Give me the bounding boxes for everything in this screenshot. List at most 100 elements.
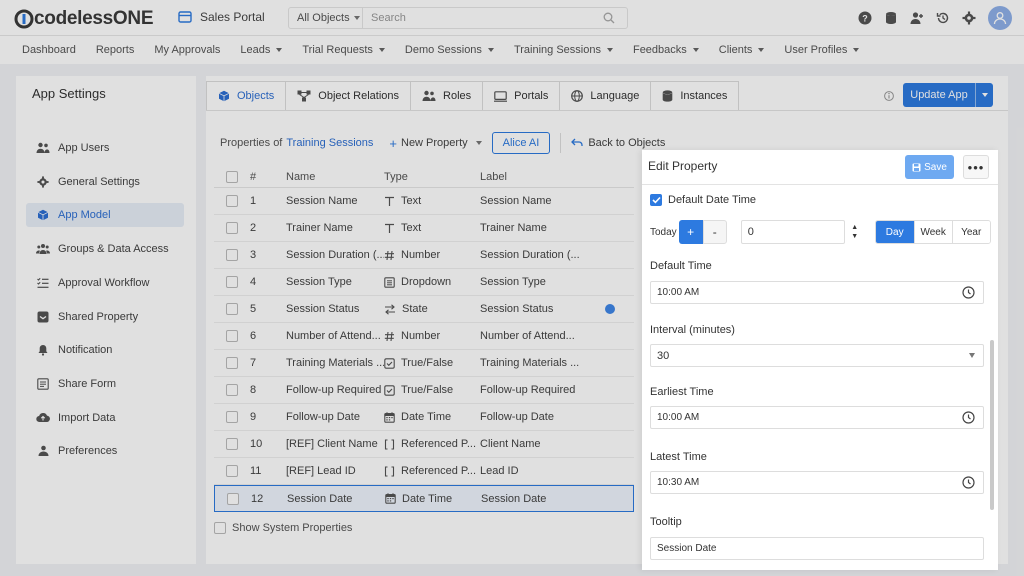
sidebar-item-share-form[interactable]: Share Form bbox=[26, 372, 184, 396]
logo[interactable]: codelessONE bbox=[14, 8, 154, 30]
tab-objects[interactable]: Objects bbox=[206, 81, 286, 111]
sidebar-item-groups-data-access[interactable]: Groups & Data Access bbox=[26, 237, 184, 261]
table-row[interactable]: 6 Number of Attend... Number Number of Atte… bbox=[214, 323, 634, 350]
sidebar-item-approval-workflow[interactable]: Approval Workflow bbox=[26, 271, 184, 295]
row-checkbox[interactable] bbox=[227, 492, 239, 505]
nav-item-feedbacks[interactable]: Feedbacks bbox=[633, 44, 699, 56]
tab-portals[interactable]: Portals bbox=[482, 81, 560, 111]
sidebar-item-preferences[interactable]: Preferences bbox=[26, 439, 184, 463]
sidebar-item-app-model[interactable]: App Model bbox=[26, 203, 184, 228]
unit-day-button[interactable]: Day bbox=[875, 221, 914, 243]
search-scope-select[interactable]: All Objects bbox=[289, 8, 363, 28]
row-checkbox[interactable] bbox=[226, 195, 238, 207]
save-button[interactable]: Save bbox=[905, 155, 954, 179]
table-row[interactable]: 11 [REF] Lead ID Referenced P... Lead ID bbox=[214, 458, 634, 485]
table-row[interactable]: 2 Trainer Name Text Trainer Name bbox=[214, 215, 634, 242]
row-number: 12 bbox=[251, 492, 264, 505]
default-time-field[interactable]: 10:00 AM bbox=[650, 281, 984, 304]
portal-switcher[interactable]: Sales Portal bbox=[178, 10, 265, 24]
sidebar-item-general-settings[interactable]: General Settings bbox=[26, 170, 184, 194]
nav-item-trial-requests[interactable]: Trial Requests bbox=[302, 44, 385, 56]
clock-icon[interactable] bbox=[962, 411, 975, 424]
minus-button[interactable]: - bbox=[702, 220, 727, 244]
row-checkbox[interactable] bbox=[226, 411, 238, 423]
row-label: Follow-up Date bbox=[480, 411, 554, 423]
step-down-icon[interactable]: ▼ bbox=[851, 232, 858, 241]
tab-language[interactable]: Language bbox=[559, 81, 651, 111]
portal-icon bbox=[178, 11, 192, 23]
sidebar-item-label: App Users bbox=[58, 142, 110, 154]
table-row[interactable]: 1 Session Name Text Session Name bbox=[214, 188, 634, 215]
database-icon[interactable] bbox=[884, 11, 898, 25]
sidebar-item-import-data[interactable]: Import Data bbox=[26, 406, 184, 430]
header-name[interactable]: Name bbox=[286, 171, 384, 183]
add-user-icon[interactable] bbox=[910, 11, 924, 25]
earliest-time-field[interactable]: 10:00 AM bbox=[650, 406, 984, 429]
offset-stepper[interactable]: ▲ ▼ bbox=[845, 220, 865, 244]
panel-scrollbar[interactable] bbox=[990, 340, 994, 510]
clock-icon[interactable] bbox=[962, 286, 975, 299]
row-checkbox[interactable] bbox=[226, 384, 238, 396]
tooltip-input[interactable]: Session Date bbox=[650, 537, 984, 560]
gear-icon[interactable] bbox=[962, 11, 976, 25]
offset-input[interactable]: 0 bbox=[740, 220, 845, 244]
table-row[interactable]: 7 Training Materials ... True/False Trainin… bbox=[214, 350, 634, 377]
clock-icon[interactable] bbox=[962, 476, 975, 489]
nav-item-my-approvals[interactable]: My Approvals bbox=[154, 44, 220, 56]
nav-item-dashboard[interactable]: Dashboard bbox=[22, 44, 76, 56]
nav-item-reports[interactable]: Reports bbox=[96, 44, 135, 56]
plus-button[interactable]: + bbox=[678, 220, 703, 244]
table-row[interactable]: 9 Follow-up Date Date Time Follow-up Date bbox=[214, 404, 634, 431]
row-checkbox[interactable] bbox=[226, 357, 238, 369]
more-options-button[interactable]: ••• bbox=[963, 155, 989, 179]
search-input[interactable]: Search bbox=[363, 12, 627, 24]
header-type[interactable]: Type bbox=[384, 171, 480, 183]
update-app-button[interactable]: Update App bbox=[903, 83, 993, 107]
sidebar-item-shared-property[interactable]: Shared Property bbox=[26, 305, 184, 329]
new-property-button[interactable]: + New Property bbox=[389, 136, 482, 151]
avatar[interactable] bbox=[988, 6, 1012, 30]
back-to-objects-link[interactable]: Back to Objects bbox=[571, 137, 665, 149]
row-checkbox[interactable] bbox=[226, 303, 238, 315]
default-date-time-checkbox[interactable] bbox=[650, 194, 662, 206]
show-system-properties[interactable]: Show System Properties bbox=[214, 522, 352, 534]
step-up-icon[interactable]: ▲ bbox=[851, 223, 858, 232]
nav-item-user-profiles[interactable]: User Profiles bbox=[784, 44, 860, 56]
nav-item-clients[interactable]: Clients bbox=[719, 44, 765, 56]
unit-week-button[interactable]: Week bbox=[913, 221, 952, 243]
default-date-time-option[interactable]: Default Date Time bbox=[650, 194, 756, 206]
sidebar-item-notification[interactable]: Notification bbox=[26, 338, 184, 362]
row-checkbox[interactable] bbox=[226, 438, 238, 450]
nav-item-leads[interactable]: Leads bbox=[240, 44, 283, 56]
sidebar-item-app-users[interactable]: App Users bbox=[26, 136, 184, 160]
table-row[interactable]: 5 Session Status State Session Status bbox=[214, 296, 634, 323]
tab-object-relations[interactable]: Object Relations bbox=[285, 81, 411, 111]
unit-year-button[interactable]: Year bbox=[951, 221, 990, 243]
history-icon[interactable] bbox=[936, 11, 950, 25]
interval-select[interactable]: 30 bbox=[650, 344, 984, 367]
help-icon[interactable]: ? bbox=[858, 11, 872, 25]
row-checkbox[interactable] bbox=[226, 249, 238, 261]
show-system-checkbox[interactable] bbox=[214, 522, 226, 534]
select-all-checkbox[interactable] bbox=[226, 170, 238, 183]
info-icon[interactable] bbox=[884, 91, 894, 101]
alice-ai-button[interactable]: Alice AI bbox=[491, 132, 551, 154]
table-row[interactable]: 4 Session Type Dropdown Session Type bbox=[214, 269, 634, 296]
table-row[interactable]: 3 Session Duration (... Number Session Dura… bbox=[214, 242, 634, 269]
table-row[interactable]: 8 Follow-up Required True/False Follow-up R… bbox=[214, 377, 634, 404]
row-checkbox[interactable] bbox=[226, 222, 238, 234]
row-checkbox[interactable] bbox=[226, 465, 238, 477]
search-icon[interactable] bbox=[603, 12, 615, 24]
latest-time-field[interactable]: 10:30 AM bbox=[650, 471, 984, 494]
nav-item-demo-sessions[interactable]: Demo Sessions bbox=[405, 44, 494, 56]
table-row[interactable]: 10 [REF] Client Name Referenced P... Client… bbox=[214, 431, 634, 458]
table-row[interactable]: 12 Session Date Date Time Session Date bbox=[214, 485, 634, 512]
tab-instances[interactable]: Instances bbox=[650, 81, 740, 111]
row-checkbox[interactable] bbox=[226, 276, 238, 288]
row-checkbox[interactable] bbox=[226, 330, 238, 342]
nav-item-training-sessions[interactable]: Training Sessions bbox=[514, 44, 613, 56]
tab-roles[interactable]: Roles bbox=[410, 81, 483, 111]
object-name-link[interactable]: Training Sessions bbox=[286, 137, 373, 149]
header-label[interactable]: Label bbox=[480, 171, 590, 183]
update-app-dropdown[interactable] bbox=[975, 83, 993, 107]
